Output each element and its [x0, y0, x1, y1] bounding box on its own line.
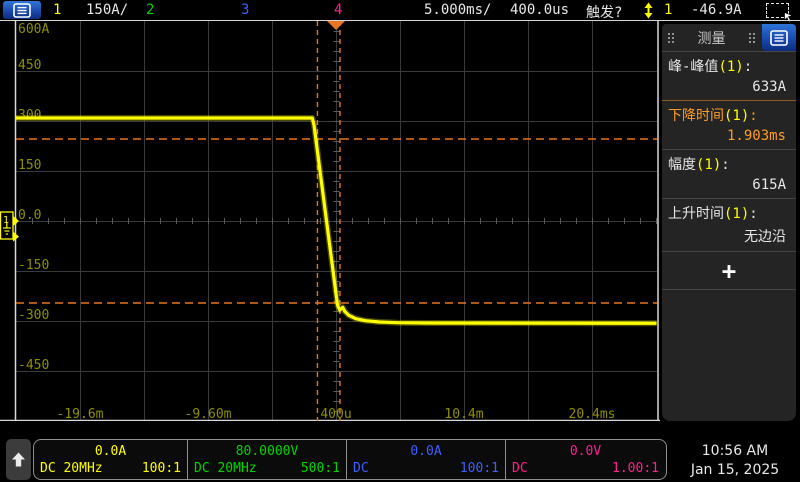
- measurement-value: 633A: [668, 76, 790, 95]
- measurement-channel-tag: (1): [696, 157, 721, 173]
- measurement-value: 615A: [668, 174, 790, 193]
- channel2-probe-ratio: 500:1: [301, 461, 340, 476]
- x-axis-label: -19.6m: [57, 407, 104, 421]
- measurement-colon: :: [721, 157, 729, 173]
- panel-title: 测量: [675, 28, 748, 48]
- main-menu-button[interactable]: [3, 1, 41, 19]
- y-axis-label: 0.0: [18, 208, 41, 223]
- channel3-offset: 0.0A: [353, 444, 499, 459]
- channel4-probe-ratio: 1.00:1: [612, 461, 659, 476]
- region-select-cursor-icon[interactable]: [766, 3, 789, 18]
- clock-display[interactable]: 10:56 AM Jan 15, 2025: [672, 442, 798, 480]
- channel3-coupling: DC: [353, 461, 369, 476]
- measurement-channel-tag: (1): [724, 108, 749, 124]
- time-text: 10:56 AM: [672, 442, 798, 461]
- up-arrow-icon: [11, 451, 26, 468]
- scope-display[interactable]: 600A4503001500.0-150-300-450-19.6m-9.60m…: [0, 21, 660, 421]
- measurement-channel-tag: (1): [724, 206, 749, 222]
- channel2-offset: 80.0000V: [194, 444, 340, 459]
- y-axis-label: 600A: [18, 22, 49, 37]
- plus-icon: +: [722, 257, 736, 285]
- measurement-label: 上升时间: [668, 206, 724, 222]
- channel4-offset: 0.0V: [512, 444, 659, 459]
- channel1-badge[interactable]: 1: [53, 2, 61, 18]
- y-axis-label: -450: [18, 358, 49, 373]
- channel3-probe-ratio: 100:1: [460, 461, 499, 476]
- channel1-status-box[interactable]: 0.0A DC 20MHz 100:1: [34, 440, 187, 479]
- measurement-channel-tag: (1): [718, 59, 743, 75]
- expand-up-button[interactable]: [6, 439, 31, 480]
- delay-readout[interactable]: 400.0us: [510, 2, 569, 18]
- channel2-coupling: DC 20MHz: [194, 461, 257, 476]
- panel-menu-button[interactable]: [762, 24, 796, 51]
- measurement-colon: :: [749, 108, 757, 124]
- channel3-badge[interactable]: 3: [241, 2, 249, 18]
- channel4-badge[interactable]: 4: [334, 2, 342, 18]
- measurement-row-fall-time[interactable]: 下降时间(1): 1.903ms: [662, 100, 796, 149]
- x-axis-label: 20.4ms: [569, 407, 616, 421]
- hamburger-list-icon: [770, 30, 788, 46]
- channel1-coupling: DC 20MHz: [40, 461, 103, 476]
- channel2-badge[interactable]: 2: [146, 2, 154, 18]
- date-text: Jan 15, 2025: [672, 461, 798, 480]
- hamburger-list-icon: [13, 3, 31, 18]
- channel4-coupling: DC: [512, 461, 528, 476]
- measurement-label: 幅度: [668, 157, 696, 173]
- channel1-probe-ratio: 100:1: [142, 461, 181, 476]
- measurement-row-peak-peak[interactable]: 峰-峰值(1): 633A: [662, 51, 796, 100]
- measurement-colon: :: [749, 206, 757, 222]
- channel1-offset: 0.0A: [40, 444, 181, 459]
- trigger-status-label: 触发?: [586, 2, 622, 22]
- y-axis-label: -150: [18, 258, 49, 273]
- scope-graticule: 600A4503001500.0-150-300-450-19.6m-9.60m…: [0, 21, 660, 421]
- channel4-status-box[interactable]: 0.0V DC 1.00:1: [505, 440, 665, 479]
- drag-handle-icon[interactable]: [748, 32, 756, 44]
- y-axis-label: 450: [18, 58, 41, 73]
- measurement-label: 下降时间: [668, 108, 724, 124]
- add-measurement-button[interactable]: +: [662, 251, 796, 290]
- channel3-status-box[interactable]: 0.0A DC 100:1: [346, 440, 505, 479]
- measurement-colon: :: [744, 59, 752, 75]
- y-axis-label: 150: [18, 158, 41, 173]
- measurement-value: 无边沿: [668, 223, 790, 246]
- x-axis-label: -9.60m: [185, 407, 232, 421]
- channel-status-strip: 0.0A DC 20MHz 100:1 80.0000V DC 20MHz 50…: [33, 439, 667, 480]
- top-status-bar: 1 150A/ 2 3 4 5.000ms/ 400.0us 触发? 1 -46…: [0, 0, 800, 20]
- measurement-row-amplitude[interactable]: 幅度(1): 615A: [662, 149, 796, 198]
- channel2-status-box[interactable]: 80.0000V DC 20MHz 500:1: [187, 440, 346, 479]
- trigger-source-badge[interactable]: 1: [664, 2, 672, 18]
- x-axis-label: 400u: [320, 407, 351, 421]
- measurement-row-rise-time[interactable]: 上升时间(1): 无边沿: [662, 198, 796, 251]
- measurement-value: 1.903ms: [668, 125, 790, 144]
- timebase-readout[interactable]: 5.000ms/: [424, 2, 491, 18]
- x-axis-label: 10.4m: [444, 407, 483, 421]
- measurement-label: 峰-峰值: [668, 59, 718, 75]
- channel1-marker-number: 1: [3, 215, 9, 226]
- measurement-panel: 测量 峰-峰值(1): 633A 下降时间(1): 1.903ms 幅度(1):…: [662, 24, 796, 421]
- drag-handle-icon[interactable]: [667, 32, 675, 44]
- trigger-level-readout[interactable]: -46.9A: [691, 2, 742, 18]
- trigger-time-marker: [327, 21, 345, 30]
- channel1-scale[interactable]: 150A/: [86, 2, 128, 18]
- y-axis-label: -300: [18, 308, 49, 323]
